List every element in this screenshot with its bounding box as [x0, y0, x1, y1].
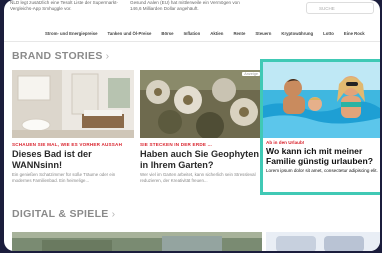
nav-item-boerse[interactable]: Börse — [156, 27, 178, 41]
ad-label: Anzeige — [242, 72, 260, 76]
article-kicker: SIE STECKEN IN DER ERDE ... — [140, 142, 213, 147]
nav-item-eine-rock[interactable]: Eine Rock — [339, 27, 370, 41]
article-image-digital-2[interactable] — [266, 232, 380, 251]
article-card[interactable]: SCHAUEN SIE MAL, WIE ES VORHER AUSSAH Di… — [12, 70, 134, 184]
chevron-right-icon: › — [105, 50, 110, 62]
article-image-bathroom[interactable] — [12, 70, 134, 138]
nav-item-lotto[interactable]: Lotto — [318, 27, 339, 41]
nav-item-tanken[interactable]: Tanken und Öl-Preise — [103, 27, 157, 41]
promo-teaser: Lorem ipsum dolor sit amet, consectetur … — [266, 168, 378, 173]
nav-item-rente[interactable]: Rente — [228, 27, 250, 41]
promo-kicker: Ab in den Urlaub! — [266, 140, 305, 145]
search-input[interactable]: SUCHE — [306, 2, 374, 14]
top-news-item[interactable]: Gesund Aalen (EU) hat mittlerweile ein V… — [130, 0, 240, 18]
section-title-brand-stories[interactable]: BRAND STORIES › — [12, 50, 109, 62]
finance-nav: Strom- und Energiepreise Tanken und Öl-P… — [4, 27, 380, 41]
nav-item-energiepreise[interactable]: Strom- und Energiepreise — [40, 27, 103, 41]
article-headline[interactable]: Haben auch Sie Geophyten in Ihrem Garten… — [140, 149, 262, 170]
article-teaser: Ein genießen Schatzimmer für süße Träume… — [12, 172, 116, 183]
promo-image-family-pool[interactable] — [263, 62, 380, 138]
divider — [4, 41, 380, 42]
highlighted-promo-card[interactable]: Ab in den Urlaub! Wo kann ich mit meiner… — [260, 59, 380, 195]
nav-item-aktien[interactable]: Aktien — [205, 27, 228, 41]
chevron-right-icon: › — [111, 208, 116, 220]
section-title-digital-spiele[interactable]: DIGITAL & SPIELE › — [12, 208, 115, 220]
nav-item-krypto[interactable]: Kryptowährung — [276, 27, 318, 41]
promo-headline[interactable]: Wo kann ich mit meiner Familie günstig u… — [266, 146, 380, 166]
browser-viewport: NLD legt zusätzlich eine Tesolt Liste de… — [4, 0, 380, 251]
article-image-digital-1[interactable] — [12, 232, 262, 251]
article-teaser: Wer viel im Garten arbeitet, kann sicher… — [140, 172, 256, 183]
article-card[interactable]: Anzeige SIE STECKEN IN DER ERDE ... Habe… — [140, 70, 262, 184]
article-image-garden[interactable]: Anzeige — [140, 70, 262, 138]
article-kicker: SCHAUEN SIE MAL, WIE ES VORHER AUSSAH — [12, 142, 123, 147]
nav-item-inflation[interactable]: Inflation — [179, 27, 206, 41]
nav-item-steuern[interactable]: Steuern — [250, 27, 276, 41]
top-news-item[interactable]: NLD legt zusätzlich eine Tesolt Liste de… — [10, 0, 120, 18]
article-headline[interactable]: Dieses Bad ist der WANNsinn! — [12, 149, 134, 170]
